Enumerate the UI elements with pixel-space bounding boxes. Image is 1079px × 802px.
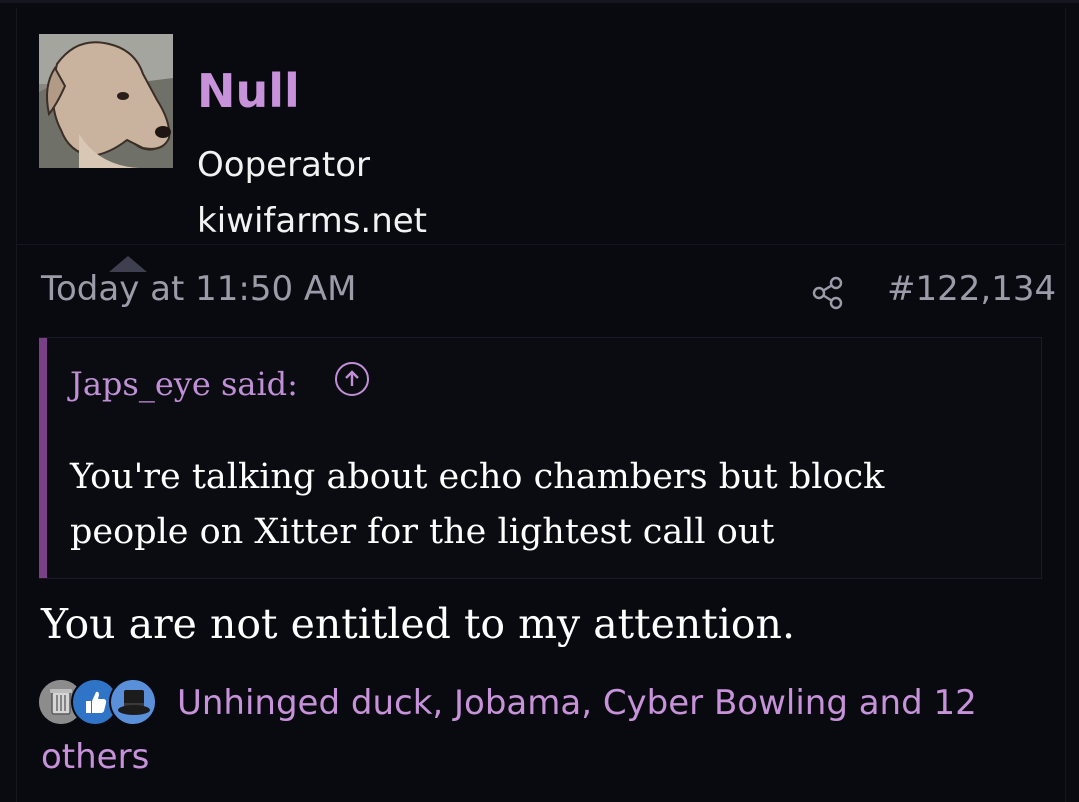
quote-accent-bar <box>39 338 47 578</box>
top-divider <box>0 0 1079 3</box>
share-icon[interactable] <box>811 276 845 314</box>
user-title: Ooperator <box>197 145 370 185</box>
quote-author-link[interactable]: Japs_eye said: <box>70 368 298 400</box>
arrow-up-circle-icon[interactable] <box>335 362 369 396</box>
top-hat-reaction-graphic <box>111 680 155 724</box>
post-number-link[interactable]: #122,134 <box>887 272 1056 306</box>
post-date-link[interactable]: Today at 11:50 AM <box>41 272 357 306</box>
dog-avatar-icon <box>39 34 173 168</box>
reaction-users-link-overflow[interactable]: others <box>41 740 149 774</box>
share-icon-graphic <box>812 276 843 310</box>
post-container: Null Ooperator kiwifarms.net Today at 11… <box>16 8 1066 802</box>
post-body: You are not entitled to my attention. <box>41 600 795 648</box>
quote-block: Japs_eye said: You're talking about echo… <box>39 337 1042 579</box>
username-link[interactable]: Null <box>197 68 300 114</box>
reaction-users-link[interactable]: Unhinged duck, Jobama, Cyber Bowling and… <box>177 686 1037 720</box>
arrow-up-glyph <box>345 370 359 386</box>
dog-avatar[interactable] <box>39 34 173 168</box>
user-site: kiwifarms.net <box>197 201 428 241</box>
header-divider <box>17 244 1065 245</box>
quote-text: You're talking about echo chambers but b… <box>70 457 885 552</box>
top-hat-reaction-icon[interactable] <box>109 678 157 726</box>
